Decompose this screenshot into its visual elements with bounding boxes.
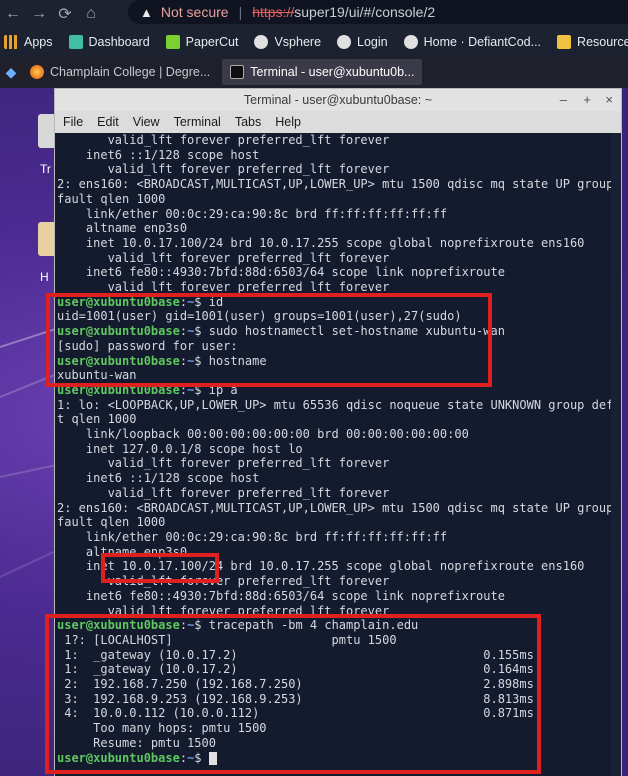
forward-arrow-icon: →: [31, 5, 47, 22]
whisker-menu-icon[interactable]: ◆: [0, 64, 22, 81]
bookmark-dashboard[interactable]: Dashboard: [68, 35, 150, 49]
highlight-box-tracepath: [45, 614, 541, 774]
firefox-icon: [30, 65, 44, 79]
warning-triangle-icon: ▲: [140, 4, 153, 20]
menu-tabs[interactable]: Tabs: [235, 115, 261, 129]
reload-button[interactable]: ⟳: [52, 0, 78, 28]
browser-toolbar: ← → ⟳ ⌂ ▲ Not secure | https:// super19/…: [0, 0, 628, 28]
terminal-output-line: inet6 ::1/128 scope host: [57, 471, 260, 486]
terminal-output-line: valid_lft forever preferred_lft forever: [57, 485, 390, 500]
taskbar: ◆ Champlain College | Degre... Terminal …: [0, 56, 628, 88]
apps-grid-icon: [4, 35, 18, 49]
not-secure-label[interactable]: Not secure: [161, 4, 229, 20]
terminal-output-line: inet 127.0.0.1/8 scope host lo: [57, 441, 303, 456]
bookmark-apps[interactable]: Apps: [4, 35, 53, 49]
terminal-output-line: t qlen 1000: [57, 412, 137, 427]
menu-file[interactable]: File: [63, 115, 83, 129]
close-button[interactable]: ×: [605, 92, 613, 107]
back-button[interactable]: ←: [0, 0, 26, 28]
terminal-output-line: inet6 ::1/128 scope host: [57, 147, 260, 162]
address-bar[interactable]: ▲ Not secure | https:// super19/ui/#/con…: [128, 0, 628, 24]
terminal-output-line: inet6 fe80::4930:7bfd:88d:6503/64 scope …: [57, 588, 505, 603]
bookmark-label: Dashboard: [88, 35, 150, 49]
bookmark-label: PaperCut: [185, 35, 239, 49]
bookmark-label: Apps: [24, 35, 53, 49]
terminal-output-line: 1: lo: <LOOPBACK,UP,LOWER_UP> mtu 65536 …: [57, 397, 621, 412]
bookmarks-bar: Apps Dashboard PaperCut Vsphere Login Ho…: [0, 28, 628, 56]
forward-button[interactable]: →: [26, 0, 52, 28]
reload-icon: ⟳: [58, 6, 72, 23]
highlight-box-ip-address: [101, 553, 219, 583]
menu-help[interactable]: Help: [275, 115, 301, 129]
highlight-box-hostname: [46, 293, 492, 387]
globe-icon: [254, 35, 269, 49]
terminal-output-line: link/ether 00:0c:29:ca:90:8c brd ff:ff:f…: [57, 206, 448, 221]
bookmark-label: Vsphere: [274, 35, 322, 49]
menu-view[interactable]: View: [133, 115, 160, 129]
url-path: super19/ui/#/console/2: [294, 4, 436, 20]
dashboard-icon: [68, 35, 83, 49]
task-terminal[interactable]: Terminal - user@xubuntu0b...: [222, 59, 423, 85]
task-label: Champlain College | Degre...: [50, 65, 211, 79]
bookmark-label: Resource: [577, 35, 628, 49]
back-arrow-icon: ←: [5, 5, 21, 22]
terminal-output-line: inet 10.0.17.100/24 brd 10.0.17.255 scop…: [57, 235, 585, 250]
bookmark-login[interactable]: Login: [337, 35, 388, 49]
bookmark-vsphere[interactable]: Vsphere: [254, 35, 321, 49]
terminal-output-line: altname enp3s0: [57, 221, 188, 236]
folder-icon: [557, 35, 572, 49]
task-label: Terminal - user@xubuntu0b...: [250, 65, 415, 79]
terminal-output-line: inet6 fe80::4930:7bfd:88d:6503/64 scope …: [57, 265, 505, 280]
terminal-output-line: fault qlen 1000: [57, 515, 166, 530]
url-separator: |: [238, 4, 243, 20]
window-title: Terminal - user@xubuntu0base: ~: [243, 93, 433, 107]
minimize-button[interactable]: –: [560, 92, 567, 107]
terminal-scrollbar[interactable]: [611, 133, 621, 776]
url-scheme: https://: [252, 4, 295, 20]
terminal-output-line: 2: ens160: <BROADCAST,MULTICAST,UP,LOWER…: [57, 177, 621, 192]
bookmark-github[interactable]: Home · DefiantCod...: [403, 35, 542, 49]
terminal-titlebar[interactable]: Terminal - user@xubuntu0base: ~ – + ×: [55, 89, 621, 111]
menu-edit[interactable]: Edit: [97, 115, 119, 129]
desktop-icon-label-trash: Tr: [40, 162, 51, 176]
terminal-output-line: 2: ens160: <BROADCAST,MULTICAST,UP,LOWER…: [57, 500, 621, 515]
bookmark-resource[interactable]: Resource: [557, 35, 628, 49]
terminal-menubar: File Edit View Terminal Tabs Help: [55, 111, 621, 133]
terminal-icon: [230, 65, 245, 79]
terminal-output-line: valid_lft forever preferred_lft forever: [57, 133, 390, 147]
task-champlain-browser[interactable]: Champlain College | Degre...: [22, 59, 218, 85]
terminal-output-line: fault qlen 1000: [57, 191, 166, 206]
terminal-output-line: link/loopback 00:00:00:00:00:00 brd 00:0…: [57, 427, 469, 442]
bookmark-papercut[interactable]: PaperCut: [165, 35, 239, 49]
globe-icon: [337, 35, 352, 49]
bookmark-label: Home · DefiantCod...: [423, 35, 542, 49]
menu-terminal[interactable]: Terminal: [174, 115, 221, 129]
bookmark-label: Login: [357, 35, 388, 49]
home-button[interactable]: ⌂: [78, 0, 104, 28]
maximize-button[interactable]: +: [583, 92, 591, 107]
terminal-output-line: valid_lft forever preferred_lft forever: [57, 250, 390, 265]
terminal-output-line: valid_lft forever preferred_lft forever: [57, 456, 390, 471]
home-icon: ⌂: [86, 5, 96, 22]
terminal-output-line: valid_lft forever preferred_lft forever: [57, 162, 390, 177]
desktop-icon-label-home: H: [40, 270, 49, 284]
papercut-icon: [165, 35, 180, 49]
github-icon: [403, 35, 418, 49]
terminal-output-line: link/ether 00:0c:29:ca:90:8c brd ff:ff:f…: [57, 529, 448, 544]
